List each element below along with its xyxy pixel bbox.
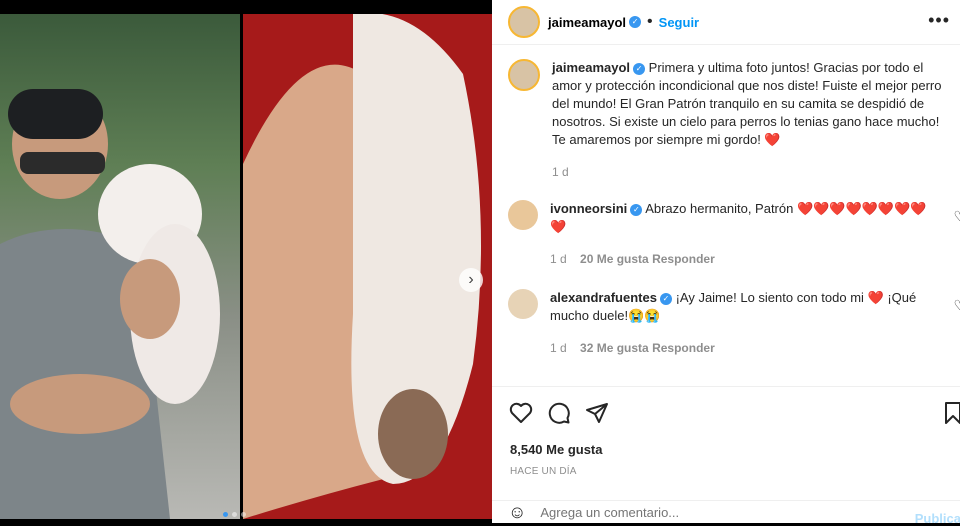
carousel-dot [241,512,246,517]
paw-illustration [243,14,481,519]
comment-likes[interactable]: 20 Me gusta [580,252,649,266]
comment-input[interactable] [538,504,863,521]
avatar[interactable] [508,200,538,230]
heart-icon[interactable] [506,398,536,428]
carousel-next-button[interactable]: › [459,268,483,292]
comment-body: ivonneorsini ✓ Abrazo hermanito, Patrón ❤… [550,200,940,268]
photo-man-holding-puppy [0,14,240,519]
comment-time: 1 d [550,341,567,355]
caption-meta: 1 d [552,163,942,181]
chevron-right-icon: › [468,271,474,288]
comment-username[interactable]: ivonneorsini [550,201,627,216]
avatar[interactable] [508,59,540,91]
verified-icon: ✓ [630,203,643,216]
carousel-indicators [223,512,246,517]
comment-body: alexandrafuentes ✓ ¡Ay Jaime! Lo siento c… [550,289,940,357]
verified-icon: ✓ [629,16,642,28]
post-panel: jaimeamayol ✓ • Seguir ••• jaimeamayol ✓ … [492,0,960,526]
list-item: alexandrafuentes ✓ ¡Ay Jaime! Lo siento c… [508,289,960,357]
carousel-dot [223,512,228,517]
avatar[interactable] [508,289,538,319]
comment-username[interactable]: alexandrafuentes [550,290,657,305]
comments-list[interactable]: jaimeamayol ✓ Primera y ultima foto junto… [492,45,960,385]
carousel-dot [232,512,237,517]
post-actions [492,398,960,430]
more-horizontal-icon[interactable]: ••• [928,10,950,31]
post-header: jaimeamayol ✓ • Seguir ••• [492,0,960,45]
share-icon[interactable] [582,398,612,428]
add-comment-bar: ☺ Publicar [492,500,960,526]
heart-icon[interactable]: ♡ [953,297,960,314]
verified-icon: ✓ [633,62,646,75]
caption-body: jaimeamayol ✓ Primera y ultima foto junto… [552,59,942,181]
divider [492,386,960,387]
comment-meta: 1 d 32 Me gusta Responder [550,339,940,357]
photo-dog-paw [243,14,492,519]
comment-meta: 1 d 20 Me gusta Responder [550,250,940,268]
username-link[interactable]: jaimeamayol [548,15,626,30]
avatar[interactable] [508,6,540,38]
comment-icon[interactable] [544,398,574,428]
list-item: ivonneorsini ✓ Abrazo hermanito, Patrón ❤… [508,200,960,268]
bookmark-icon[interactable] [938,398,960,428]
caption: jaimeamayol ✓ Primera y ultima foto junto… [508,59,960,181]
heart-icon[interactable]: ♡ [953,208,960,225]
post-media[interactable]: › [0,14,492,523]
comment-likes[interactable]: 32 Me gusta [580,341,649,355]
reply-button[interactable]: Responder [652,341,715,355]
comment-time: 1 d [550,252,567,266]
caption-time: 1 d [552,165,569,179]
emoji-icon[interactable]: ☺ [508,502,526,523]
photo-illustration [0,89,220,519]
likes-count[interactable]: 8,540 Me gusta [510,442,603,457]
reply-button[interactable]: Responder [652,252,715,266]
separator: • [647,13,653,30]
verified-icon: ✓ [659,292,672,305]
post-time: HACE UN DÍA [510,466,577,477]
publish-button[interactable]: Publicar [915,511,960,526]
follow-button[interactable]: Seguir [659,15,699,30]
caption-username[interactable]: jaimeamayol [552,60,630,75]
